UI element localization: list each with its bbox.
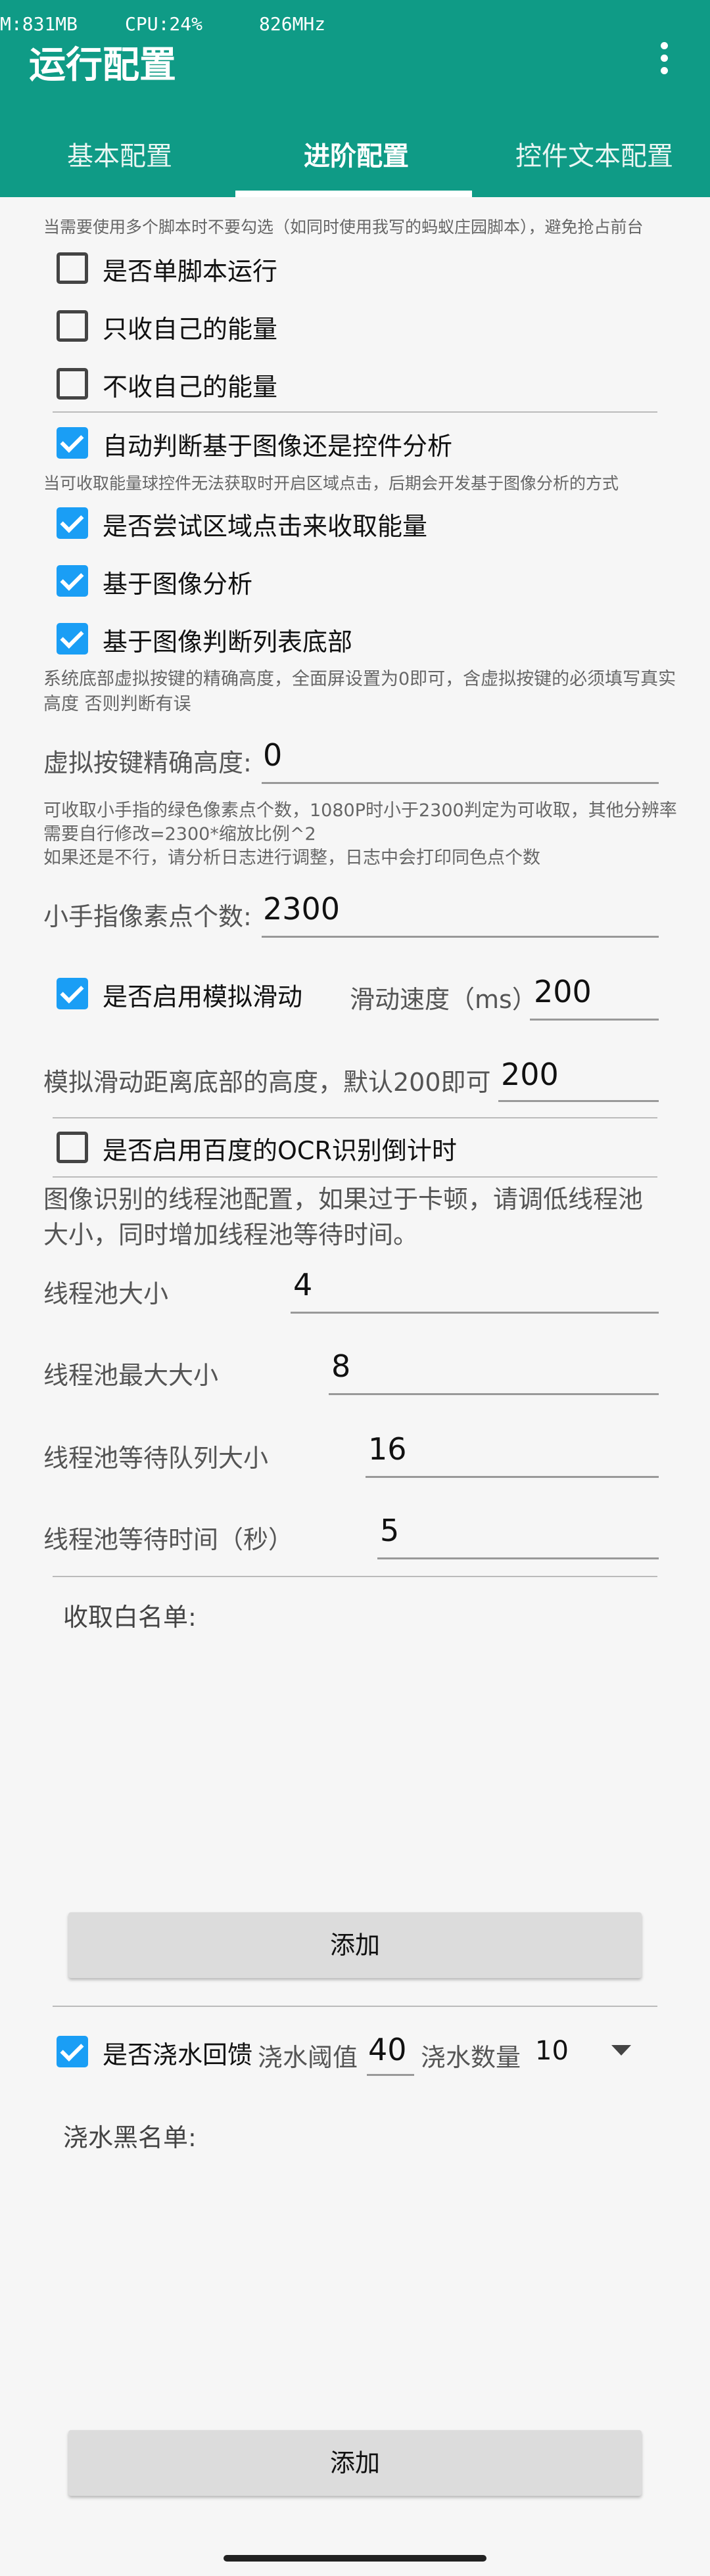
input-underline: [262, 782, 659, 784]
whitelist-add-button[interactable]: 添加: [68, 1912, 642, 1978]
thread-pool-size-input[interactable]: 4: [293, 1267, 312, 1302]
multi-script-note: 当需要使用多个脚本时不要勾选（如同时使用我写的蚂蚁庄园脚本），避免抢占前台: [43, 218, 644, 237]
image-list-bottom-checkbox[interactable]: [57, 623, 88, 655]
divider: [53, 1176, 657, 1178]
baidu-ocr-label: 是否启用百度的OCR识别倒计时: [103, 1136, 457, 1165]
watering-count-label: 浇水数量: [421, 2043, 521, 2072]
memory-readout: M:831MB: [0, 13, 78, 35]
baidu-ocr-checkbox[interactable]: [57, 1132, 88, 1163]
divider: [53, 1576, 657, 1577]
divider: [53, 2006, 657, 2007]
thread-pool-note-line2: 大小，同时增加线程池等待时间。: [43, 1220, 419, 1249]
image-analysis-checkbox[interactable]: [57, 565, 88, 597]
image-list-bottom-label: 基于图像判断列表底部: [103, 628, 353, 656]
finger-pixels-input[interactable]: 2300: [263, 891, 340, 927]
watering-feedback-label: 是否浇水回馈: [103, 2040, 253, 2069]
finger-note-line3: 如果还是不行，请分析日志进行调整，日志中会打印同色点个数: [43, 848, 540, 868]
watering-threshold-input[interactable]: 40: [368, 2032, 407, 2067]
input-underline: [291, 1312, 659, 1314]
tab-basic-config[interactable]: 基本配置: [67, 135, 172, 173]
watering-feedback-checkbox[interactable]: [57, 2036, 88, 2067]
region-click-checkbox[interactable]: [57, 507, 88, 539]
thread-queue-size-label: 线程池等待队列大小: [43, 1444, 269, 1473]
watering-threshold-label: 浇水阈值: [258, 2043, 358, 2072]
input-underline: [262, 936, 659, 938]
simulate-swipe-checkbox[interactable]: [57, 978, 88, 1009]
cpu-readout: CPU:24%: [125, 13, 203, 35]
input-underline: [530, 1019, 659, 1021]
whitelist-label: 收取白名单:: [63, 1603, 197, 1632]
blacklist-label: 浇水黑名单:: [63, 2123, 197, 2152]
thread-wait-time-input[interactable]: 5: [380, 1513, 399, 1548]
thread-wait-time-label: 线程池等待时间（秒）: [43, 1525, 294, 1554]
input-underline: [367, 2074, 414, 2076]
watering-count-select[interactable]: 10: [535, 2036, 569, 2066]
not-collect-own-label: 不收自己的能量: [103, 373, 278, 402]
virtual-key-height-label: 虚拟按键精确高度:: [43, 748, 252, 777]
input-underline: [366, 1476, 659, 1478]
auto-detect-label: 自动判断基于图像还是控件分析: [103, 432, 453, 461]
region-click-label: 是否尝试区域点击来收取能量: [103, 512, 428, 541]
app-bar: M:831MB CPU:24% 826MHz 运行配置 基本配置 进阶配置 控件…: [0, 0, 710, 197]
input-underline: [377, 1557, 659, 1559]
thread-queue-size-input[interactable]: 16: [368, 1431, 407, 1467]
finger-note-line1: 可收取小手指的绿色像素点个数，1080P时小于2300判定为可收取，其他分辨率: [43, 800, 677, 821]
virtual-key-height-input[interactable]: 0: [263, 737, 282, 773]
blacklist-add-button[interactable]: 添加: [68, 2430, 642, 2496]
tab-advanced-config[interactable]: 进阶配置: [304, 135, 409, 173]
simulate-swipe-label: 是否启用模拟滑动: [103, 982, 303, 1011]
input-underline: [498, 1100, 659, 1102]
home-indicator[interactable]: [224, 2555, 486, 2562]
swipe-speed-label: 滑动速度（ms）: [350, 985, 537, 1014]
not-collect-own-checkbox[interactable]: [57, 368, 88, 400]
single-script-checkbox[interactable]: [57, 252, 88, 284]
more-vert-icon[interactable]: [657, 42, 671, 78]
thread-pool-note-line1: 图像识别的线程池配置，如果过于卡顿，请调低线程池: [43, 1185, 644, 1214]
input-underline: [329, 1393, 659, 1395]
divider: [53, 411, 657, 413]
divider: [53, 1117, 657, 1118]
swipe-bottom-height-label: 模拟滑动距离底部的高度，默认200即可: [43, 1068, 491, 1097]
image-analysis-label: 基于图像分析: [103, 570, 253, 599]
region-click-note: 当可收取能量球控件无法获取时开启区域点击，后期会开发基于图像分析的方式: [43, 474, 619, 493]
single-script-label: 是否单脚本运行: [103, 257, 278, 286]
virtual-key-note-line1: 系统底部虚拟按键的精确高度，全面屏设置为0即可，含虚拟按键的必须填写真实: [43, 669, 676, 689]
swipe-bottom-height-input[interactable]: 200: [501, 1057, 559, 1092]
finger-pixels-label: 小手指像素点个数:: [43, 902, 252, 931]
thread-pool-max-label: 线程池最大大小: [43, 1361, 219, 1390]
swipe-speed-input[interactable]: 200: [534, 974, 592, 1009]
frequency-readout: 826MHz: [259, 13, 326, 35]
collect-own-label: 只收自己的能量: [103, 315, 278, 344]
chevron-down-icon[interactable]: [611, 2045, 631, 2056]
tab-widget-text-config[interactable]: 控件文本配置: [515, 135, 673, 173]
virtual-key-note-line2: 高度 否则判断有误: [43, 694, 191, 714]
auto-detect-checkbox[interactable]: [57, 427, 88, 459]
finger-note-line2: 需要自行修改=2300*缩放比例^2: [43, 824, 316, 844]
thread-pool-size-label: 线程池大小: [43, 1279, 169, 1308]
thread-pool-max-input[interactable]: 8: [331, 1348, 350, 1384]
collect-own-checkbox[interactable]: [57, 310, 88, 342]
tab-indicator: [235, 191, 472, 197]
page-title: 运行配置: [29, 44, 176, 87]
